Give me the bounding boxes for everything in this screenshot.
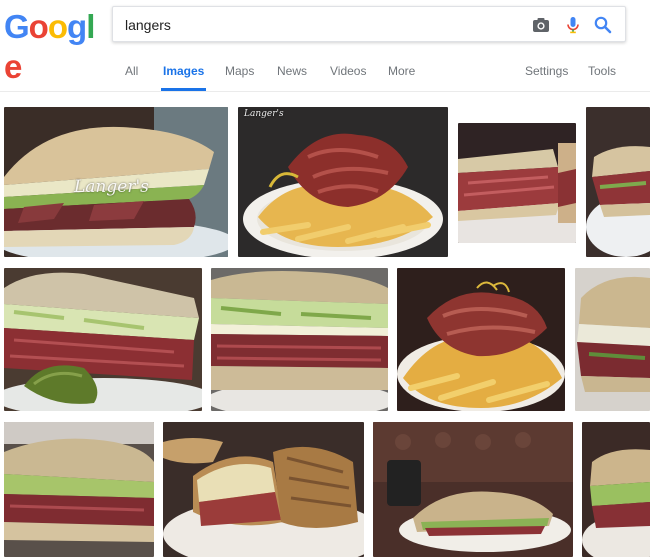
image-result-sandwich-stack[interactable] (211, 268, 388, 411)
image-result-sandwich-edge[interactable] (582, 422, 650, 557)
logo-letter: G (4, 8, 30, 45)
logo-letter: l (86, 8, 95, 45)
image-result-sandwich-table[interactable] (373, 422, 573, 557)
image-result-sandwich-side[interactable] (575, 268, 650, 411)
camera-icon[interactable] (531, 15, 551, 35)
google-logo[interactable]: Google (4, 7, 100, 85)
tab-videos[interactable]: Videos (330, 64, 366, 92)
tab-news[interactable]: News (277, 64, 307, 92)
search-tabs: All Images Maps News Videos More Setting… (0, 60, 650, 92)
logo-letter: o (47, 8, 68, 45)
tab-tools[interactable]: Tools (588, 64, 616, 92)
tab-maps[interactable]: Maps (225, 64, 254, 92)
image-result-sandwich-basket[interactable] (4, 422, 154, 557)
header: Google All (0, 0, 650, 92)
magnifier-icon[interactable] (593, 15, 613, 35)
tab-all[interactable]: All (125, 64, 138, 92)
tab-settings[interactable]: Settings (525, 64, 568, 92)
image-result-sandwich-closeup[interactable]: Langer's (4, 107, 228, 257)
image-result-sandwich-plate[interactable] (586, 107, 650, 257)
mic-icon[interactable] (563, 15, 583, 35)
logo-letter: g (67, 8, 87, 45)
image-result-pastrami-fries[interactable]: Langer's (238, 107, 448, 257)
image-result-pastrami-cheese-fries[interactable] (397, 268, 565, 411)
search-input[interactable] (125, 14, 505, 36)
search-box (112, 6, 626, 42)
image-result-reuben[interactable] (163, 422, 364, 557)
image-result-sandwich-pickle[interactable] (4, 268, 202, 411)
tab-images[interactable]: Images (160, 64, 207, 92)
image-result-sandwich-half[interactable] (458, 123, 576, 243)
image-results-grid: Langer's Langer's (0, 93, 650, 557)
tab-more[interactable]: More (388, 64, 415, 92)
logo-letter: o (28, 8, 49, 45)
